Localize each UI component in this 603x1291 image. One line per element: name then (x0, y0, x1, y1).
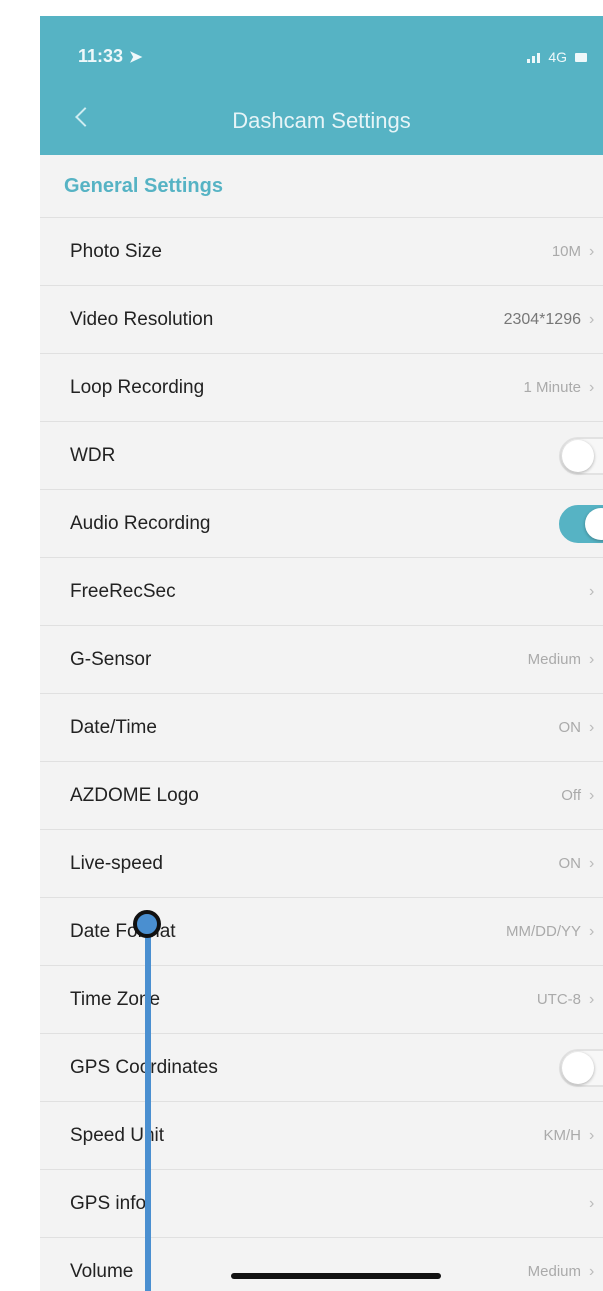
setting-label: Video Resolution (70, 308, 214, 330)
setting-control: › (581, 583, 599, 601)
chevron-right-icon: › (589, 650, 595, 668)
setting-control: Off › (561, 787, 599, 805)
settings-row-gps-coordinates[interactable]: GPS Coordinates (40, 1033, 603, 1101)
chevron-right-icon: › (589, 310, 595, 328)
settings-row-video-resolution[interactable]: Video Resolution 2304*1296 › (40, 285, 603, 353)
page-title: Dashcam Settings (232, 108, 411, 133)
status-indicators: 4G (527, 49, 587, 65)
chevron-right-icon: › (589, 786, 595, 804)
setting-control: KM/H › (544, 1127, 600, 1145)
toggle-switch[interactable] (559, 1048, 603, 1087)
toggle-knob (562, 1051, 594, 1084)
setting-value: MM/DD/YY (506, 923, 581, 940)
battery-icon (575, 52, 587, 62)
settings-row-loop-recording[interactable]: Loop Recording 1 Minute › (40, 353, 603, 421)
chevron-right-icon: › (589, 1262, 595, 1280)
chevron-right-icon: › (589, 1126, 595, 1144)
setting-value: Medium (527, 651, 581, 668)
settings-row-live-speed[interactable]: Live-speed ON › (40, 829, 603, 897)
setting-value: 1 Minute (523, 379, 581, 396)
signal-icon (527, 51, 541, 63)
setting-value: Off (561, 787, 581, 804)
setting-control: 2304*1296 › (504, 311, 599, 329)
setting-label: Date/Time (70, 716, 157, 738)
settings-row-date-time[interactable]: Date/Time ON › (40, 693, 603, 761)
touch-pointer-trail (145, 924, 151, 1291)
setting-value: ON (558, 855, 582, 872)
chevron-right-icon: › (589, 854, 595, 872)
chevron-right-icon: › (589, 718, 595, 736)
settings-row-gps-info[interactable]: GPS info › (40, 1169, 603, 1237)
setting-value: UTC-8 (536, 991, 581, 1008)
status-time-text: 11:33 (78, 46, 124, 66)
network-label: 4G (548, 49, 567, 65)
chevron-right-icon: › (589, 582, 595, 600)
header-bar: 11:33 ➤ 4G Dashcam Settings (40, 16, 603, 155)
settings-row-wdr[interactable]: WDR (40, 421, 603, 489)
setting-value: KM/H (543, 1127, 582, 1144)
status-time: 11:33 ➤ (78, 46, 142, 67)
setting-label: G-Sensor (70, 648, 152, 670)
settings-row-volume[interactable]: Volume Medium › (40, 1237, 603, 1291)
setting-value: 2304*1296 (503, 310, 581, 328)
toggle-knob (562, 439, 594, 472)
home-indicator[interactable] (231, 1273, 441, 1279)
phone-screen: 11:33 ➤ 4G Dashcam Settings General Setti… (40, 16, 603, 1291)
toggle-switch[interactable] (559, 436, 603, 475)
setting-label: Loop Recording (70, 376, 205, 398)
settings-row-audio-recording[interactable]: Audio Recording (40, 489, 603, 557)
settings-list: Photo Size 10M › Video Resolution 2304*1296 ›… (40, 217, 603, 1291)
setting-control: Medium › (528, 651, 599, 669)
settings-row-date-format[interactable]: Date Format MM/DD/YY › (40, 897, 603, 965)
setting-control: Medium › (528, 1263, 599, 1281)
setting-control (559, 504, 603, 543)
setting-label: Live-speed (70, 852, 163, 874)
chevron-right-icon: › (589, 378, 595, 396)
settings-row-azdome-logo[interactable]: AZDOME Logo Off › (40, 761, 603, 829)
touch-pointer (133, 910, 161, 938)
setting-value: ON (558, 719, 582, 736)
setting-control: ON › (559, 855, 600, 873)
setting-label: Volume (70, 1260, 134, 1282)
setting-label: Audio Recording (70, 512, 211, 534)
chevron-right-icon: › (589, 990, 595, 1008)
setting-label: AZDOME Logo (70, 784, 199, 806)
toggle-knob (585, 507, 603, 540)
setting-label: GPS Coordinates (70, 1056, 218, 1078)
setting-label: GPS info (70, 1192, 147, 1214)
setting-control (559, 1048, 603, 1087)
setting-control: › (581, 1195, 599, 1213)
chevron-right-icon: › (589, 1194, 595, 1212)
toggle-switch[interactable] (559, 504, 603, 543)
section-header: General Settings (64, 174, 223, 197)
settings-row-g-sensor[interactable]: G-Sensor Medium › (40, 625, 603, 693)
settings-row-photo-size[interactable]: Photo Size 10M › (40, 217, 603, 285)
setting-value: 10M (551, 243, 581, 260)
setting-control: ON › (559, 719, 600, 737)
setting-value: Medium (527, 1263, 581, 1280)
setting-label: Photo Size (70, 240, 162, 262)
chevron-right-icon: › (589, 922, 595, 940)
setting-control (559, 436, 603, 475)
settings-row-freerecsec[interactable]: FreeRecSec › (40, 557, 603, 625)
chevron-right-icon: › (589, 242, 595, 260)
setting-control: UTC-8 › (537, 991, 599, 1009)
setting-label: FreeRecSec (70, 580, 176, 602)
settings-row-speed-unit[interactable]: Speed Unit KM/H › (40, 1101, 603, 1169)
setting-control: MM/DD/YY › (506, 923, 599, 941)
setting-control: 1 Minute › (523, 379, 599, 397)
location-arrow-icon: ➤ (129, 49, 143, 66)
setting-control: 10M › (552, 243, 599, 261)
setting-label: WDR (70, 444, 116, 466)
settings-row-time-zone[interactable]: Time Zone UTC-8 › (40, 965, 603, 1033)
